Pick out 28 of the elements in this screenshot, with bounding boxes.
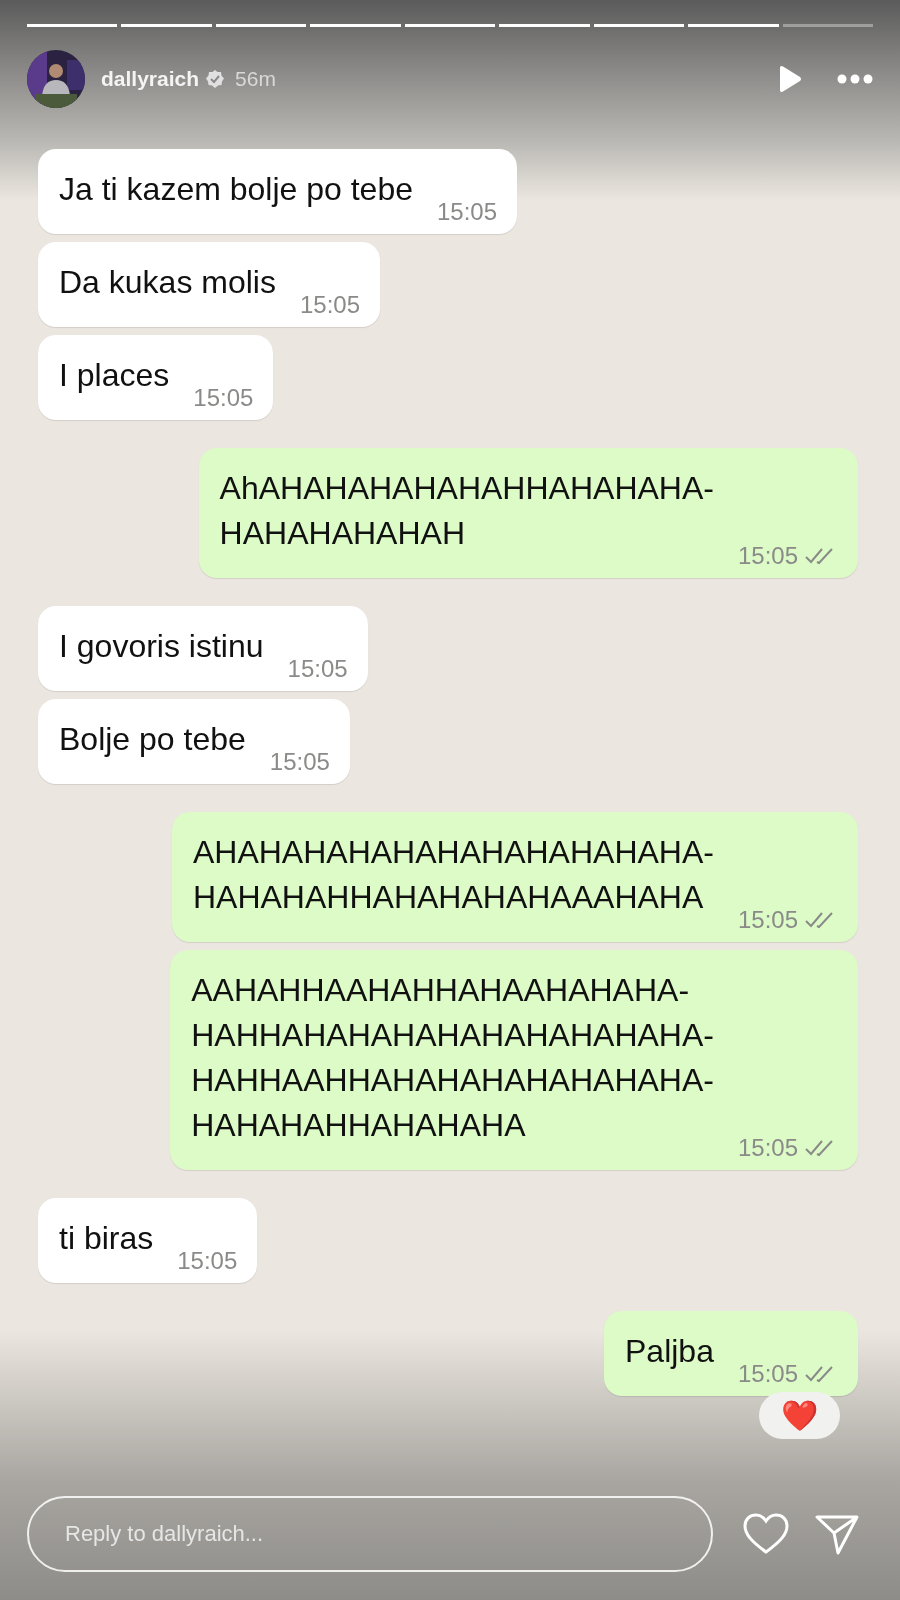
play-icon[interactable] bbox=[777, 65, 803, 93]
username[interactable]: dallyraich bbox=[101, 67, 200, 91]
message-time: 15:05 bbox=[287, 655, 348, 683]
message-text: Ja ti kazem bolje po tebe bbox=[59, 170, 413, 209]
reaction[interactable]: ❤ bbox=[759, 1392, 840, 1439]
post-age: 56m bbox=[235, 67, 276, 91]
message-time: 15:05 bbox=[737, 1360, 798, 1388]
message-text: I govoris istinu bbox=[59, 627, 264, 666]
message-time: 15:05 bbox=[737, 1134, 798, 1162]
more-icon[interactable] bbox=[837, 74, 873, 84]
message-text: ti biras bbox=[59, 1219, 154, 1258]
message-text: Bolje po tebe bbox=[59, 720, 246, 759]
message-time: 15:05 bbox=[193, 384, 254, 412]
message-time: 15:05 bbox=[737, 906, 798, 934]
message-text: Paljba bbox=[625, 1332, 714, 1371]
message-time: 15:05 bbox=[269, 748, 330, 776]
message-time: 15:05 bbox=[177, 1247, 238, 1275]
message-time: 15:05 bbox=[737, 542, 798, 570]
message-time: 15:05 bbox=[299, 291, 360, 319]
message-text: Da kukas molis bbox=[59, 263, 276, 302]
heart-icon[interactable] bbox=[743, 1513, 789, 1555]
send-icon[interactable] bbox=[815, 1513, 859, 1555]
message-time: 15:05 bbox=[437, 198, 498, 226]
message-text: AhAHAHAHAHAHAHHAHAHAHA- HAHAHAHAHAH bbox=[219, 469, 714, 553]
reply-field[interactable]: Reply to dallyraich... bbox=[27, 1496, 713, 1572]
message-text: I places bbox=[59, 356, 170, 395]
message-text: AHAHAHAHAHAHAHAHAHAHAHA- HAHAHAHHAHAHAHAHAAAHAHA bbox=[192, 833, 714, 917]
message-text: AAHAHHAAHAHHAHAAHAHAHA- HAHHAHAHAHAHAHAHAHAHAHA- HAHHAAHHAHAHAHAHAHAHAHA- HAHAHAHHAHAHAHA bbox=[191, 971, 714, 1145]
